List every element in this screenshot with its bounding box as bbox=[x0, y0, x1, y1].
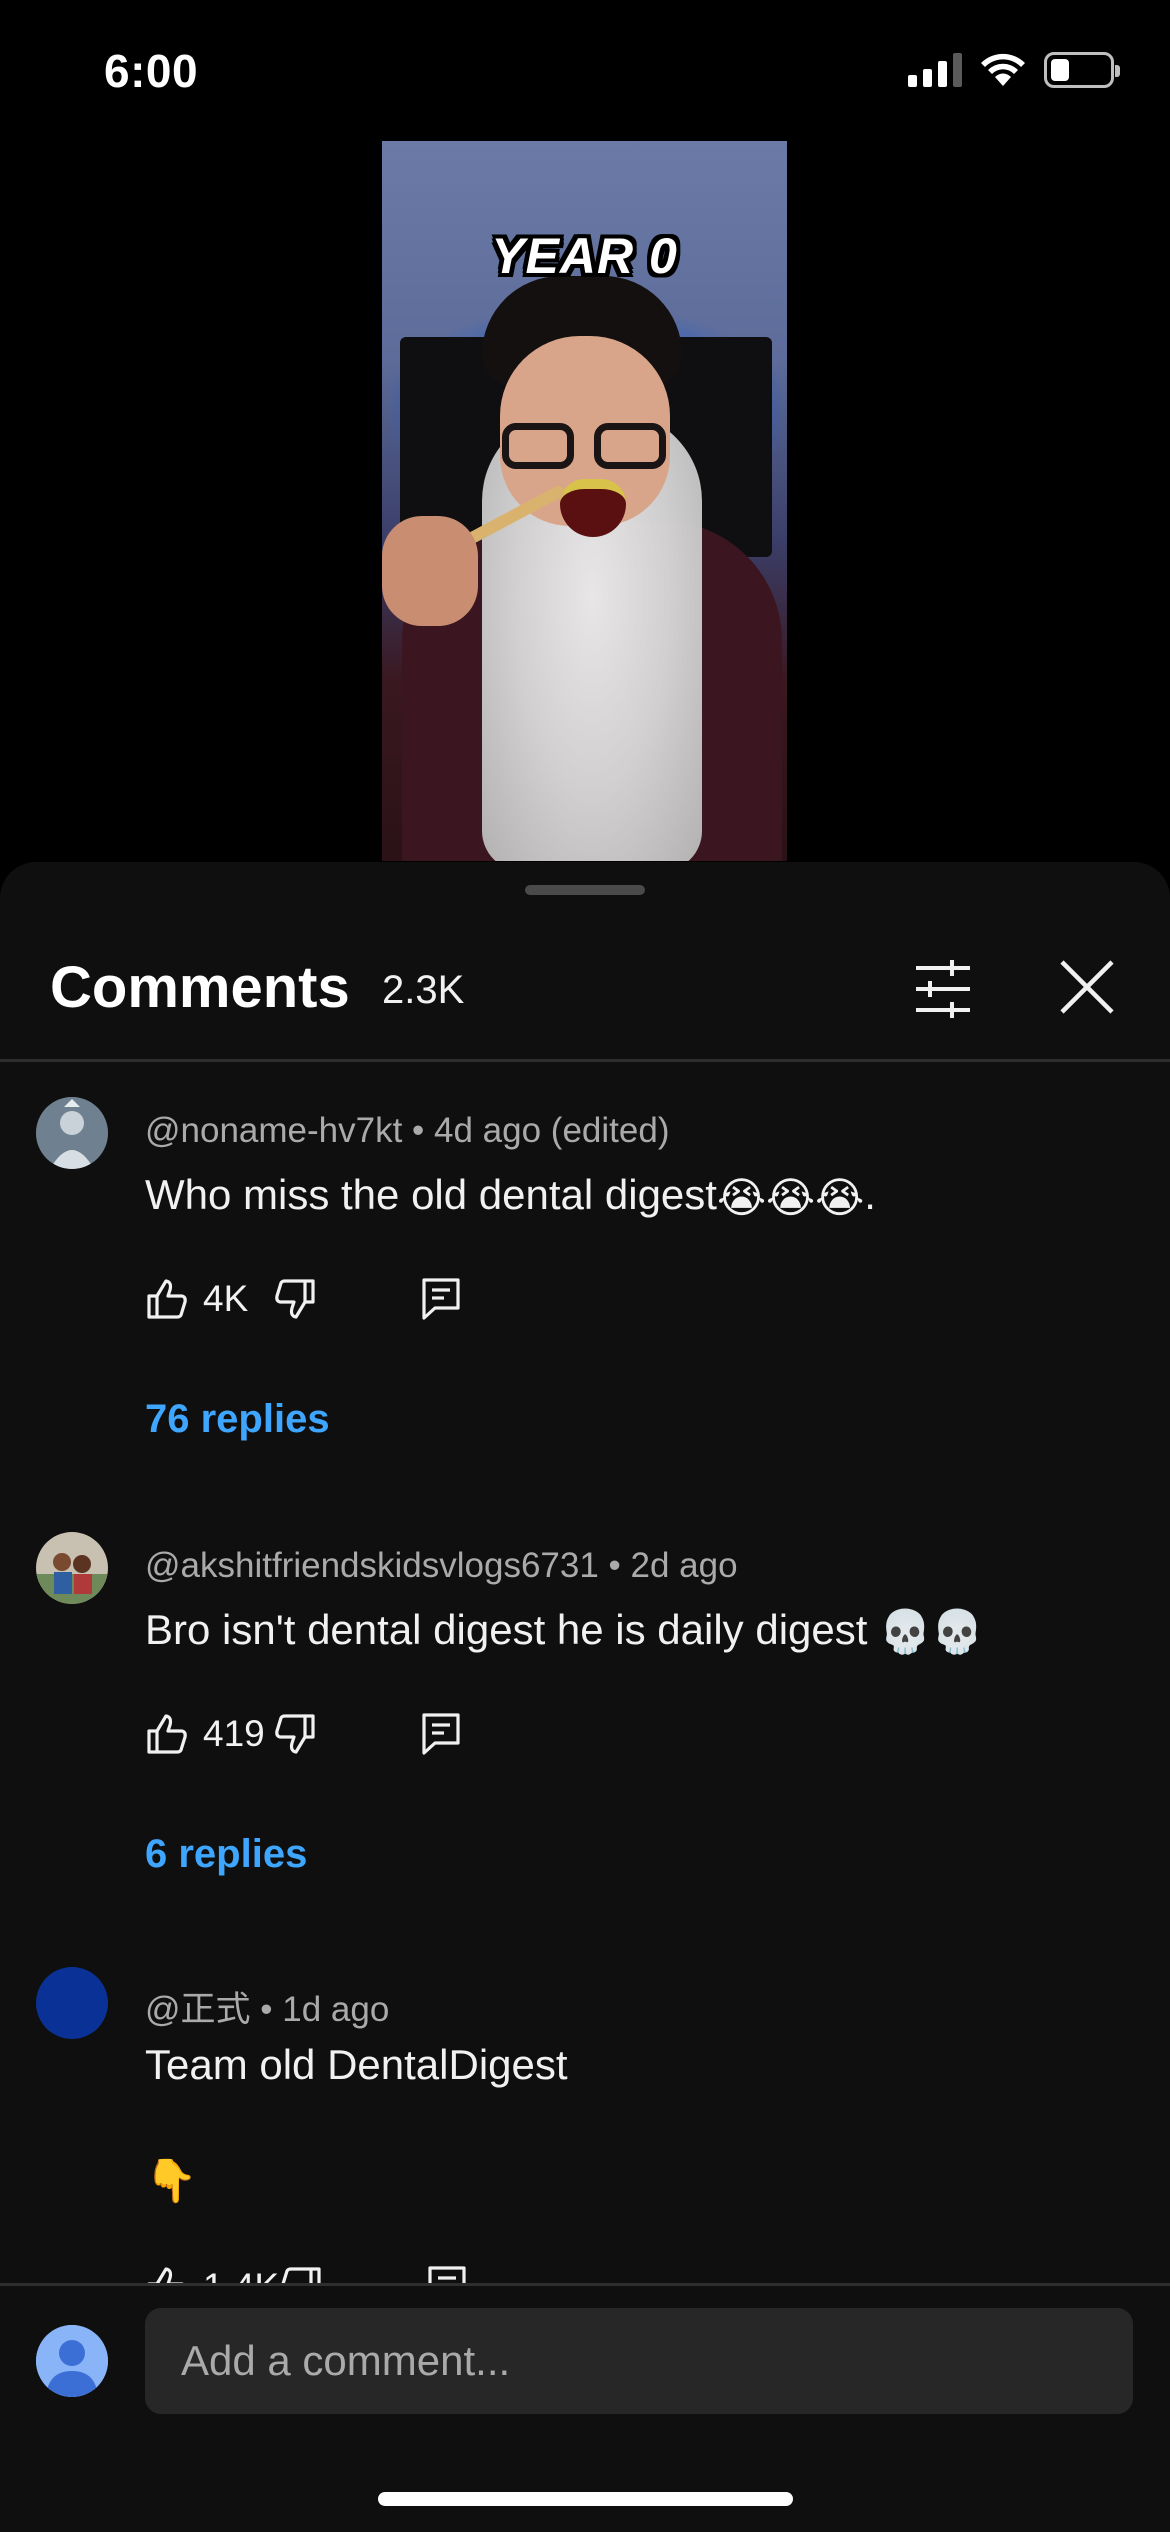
video-player[interactable]: YEAR 0 bbox=[382, 141, 787, 861]
comment-item: @正式 • 1d ago Team old DentalDigest 👇 1.4… bbox=[0, 1967, 1170, 2308]
header-divider bbox=[0, 1059, 1170, 1062]
reply-button[interactable] bbox=[421, 1712, 461, 1756]
thumbs-down-icon bbox=[275, 1279, 315, 1319]
like-count: 4K bbox=[203, 1278, 249, 1319]
comments-sheet: Comments 2.3K @noname-hv7kt • 4d ago (ed… bbox=[0, 862, 1170, 2532]
wifi-icon bbox=[981, 53, 1025, 86]
comments-title: Comments bbox=[50, 955, 350, 1020]
comment-author[interactable]: @akshitfriendskidsvlogs6731 bbox=[145, 1546, 599, 1585]
comment-author[interactable]: @noname-hv7kt bbox=[145, 1111, 402, 1150]
sort-filter-button[interactable] bbox=[908, 954, 978, 1024]
dislike-button[interactable] bbox=[273, 1277, 317, 1321]
comment-time: 4d ago (edited) bbox=[434, 1111, 670, 1150]
avatar[interactable] bbox=[36, 1967, 108, 2039]
comment-actions: 4K bbox=[145, 1269, 461, 1329]
thumbs-up-icon bbox=[147, 1279, 187, 1319]
thumbs-down-icon bbox=[275, 1714, 315, 1754]
drag-handle[interactable] bbox=[525, 885, 645, 895]
user-avatar-icon bbox=[36, 2325, 108, 2397]
crying-emoji: 😭😭😭 bbox=[716, 1174, 865, 1222]
like-count: 419 bbox=[203, 1713, 265, 1754]
like-button[interactable]: 4K bbox=[145, 1277, 273, 1321]
comment-text: Team old DentalDigest bbox=[145, 2041, 568, 2088]
home-indicator[interactable] bbox=[378, 2492, 793, 2506]
comment-actions: 419 bbox=[145, 1704, 461, 1764]
comment-item: @akshitfriendskidsvlogs6731 • 2d ago Bro… bbox=[0, 1532, 1170, 1912]
comment-body: Who miss the old dental digest bbox=[145, 1171, 717, 1218]
comment-text: Who miss the old dental digest😭😭😭. bbox=[145, 1171, 876, 1222]
comment-text: Bro isn't dental digest he is daily dige… bbox=[145, 1606, 984, 1657]
view-replies-link[interactable]: 76 replies bbox=[145, 1397, 330, 1442]
comment-time: 2d ago bbox=[630, 1546, 738, 1585]
comment-author[interactable]: @正式 bbox=[145, 1990, 251, 2029]
close-button[interactable] bbox=[1054, 954, 1120, 1020]
battery-icon bbox=[1044, 52, 1120, 88]
status-icons bbox=[908, 52, 1120, 88]
reply-button[interactable] bbox=[421, 1277, 461, 1321]
comments-count: 2.3K bbox=[382, 968, 465, 1012]
add-comment-input[interactable] bbox=[145, 2308, 1133, 2414]
avatar[interactable] bbox=[36, 1097, 108, 1169]
video-caption: YEAR 0 bbox=[491, 228, 678, 284]
view-replies-link[interactable]: 6 replies bbox=[145, 1832, 307, 1877]
avatar[interactable] bbox=[36, 1532, 108, 1604]
sliders-icon bbox=[916, 960, 970, 1018]
comment-body: Bro isn't dental digest he is daily dige… bbox=[145, 1606, 868, 1653]
like-button[interactable]: 419 bbox=[145, 1712, 273, 1756]
reply-icon bbox=[422, 1278, 460, 1320]
skull-emoji: 💀💀 bbox=[879, 1608, 984, 1656]
comment-item: @noname-hv7kt • 4d ago (edited) Who miss… bbox=[0, 1097, 1170, 1477]
comment-suffix: . bbox=[864, 1171, 876, 1218]
pointing-down-emoji: 👇 bbox=[145, 2157, 198, 2204]
dislike-button[interactable] bbox=[273, 1712, 317, 1756]
comment-time: 1d ago bbox=[282, 1990, 390, 2029]
status-time: 6:00 bbox=[104, 45, 199, 97]
user-avatar[interactable] bbox=[36, 2325, 108, 2397]
cellular-signal-icon bbox=[908, 53, 962, 87]
close-icon bbox=[1060, 960, 1114, 1014]
reply-icon bbox=[422, 1713, 460, 1755]
status-bar: 6:00 bbox=[0, 0, 1170, 140]
thumbs-up-icon bbox=[147, 1714, 187, 1754]
